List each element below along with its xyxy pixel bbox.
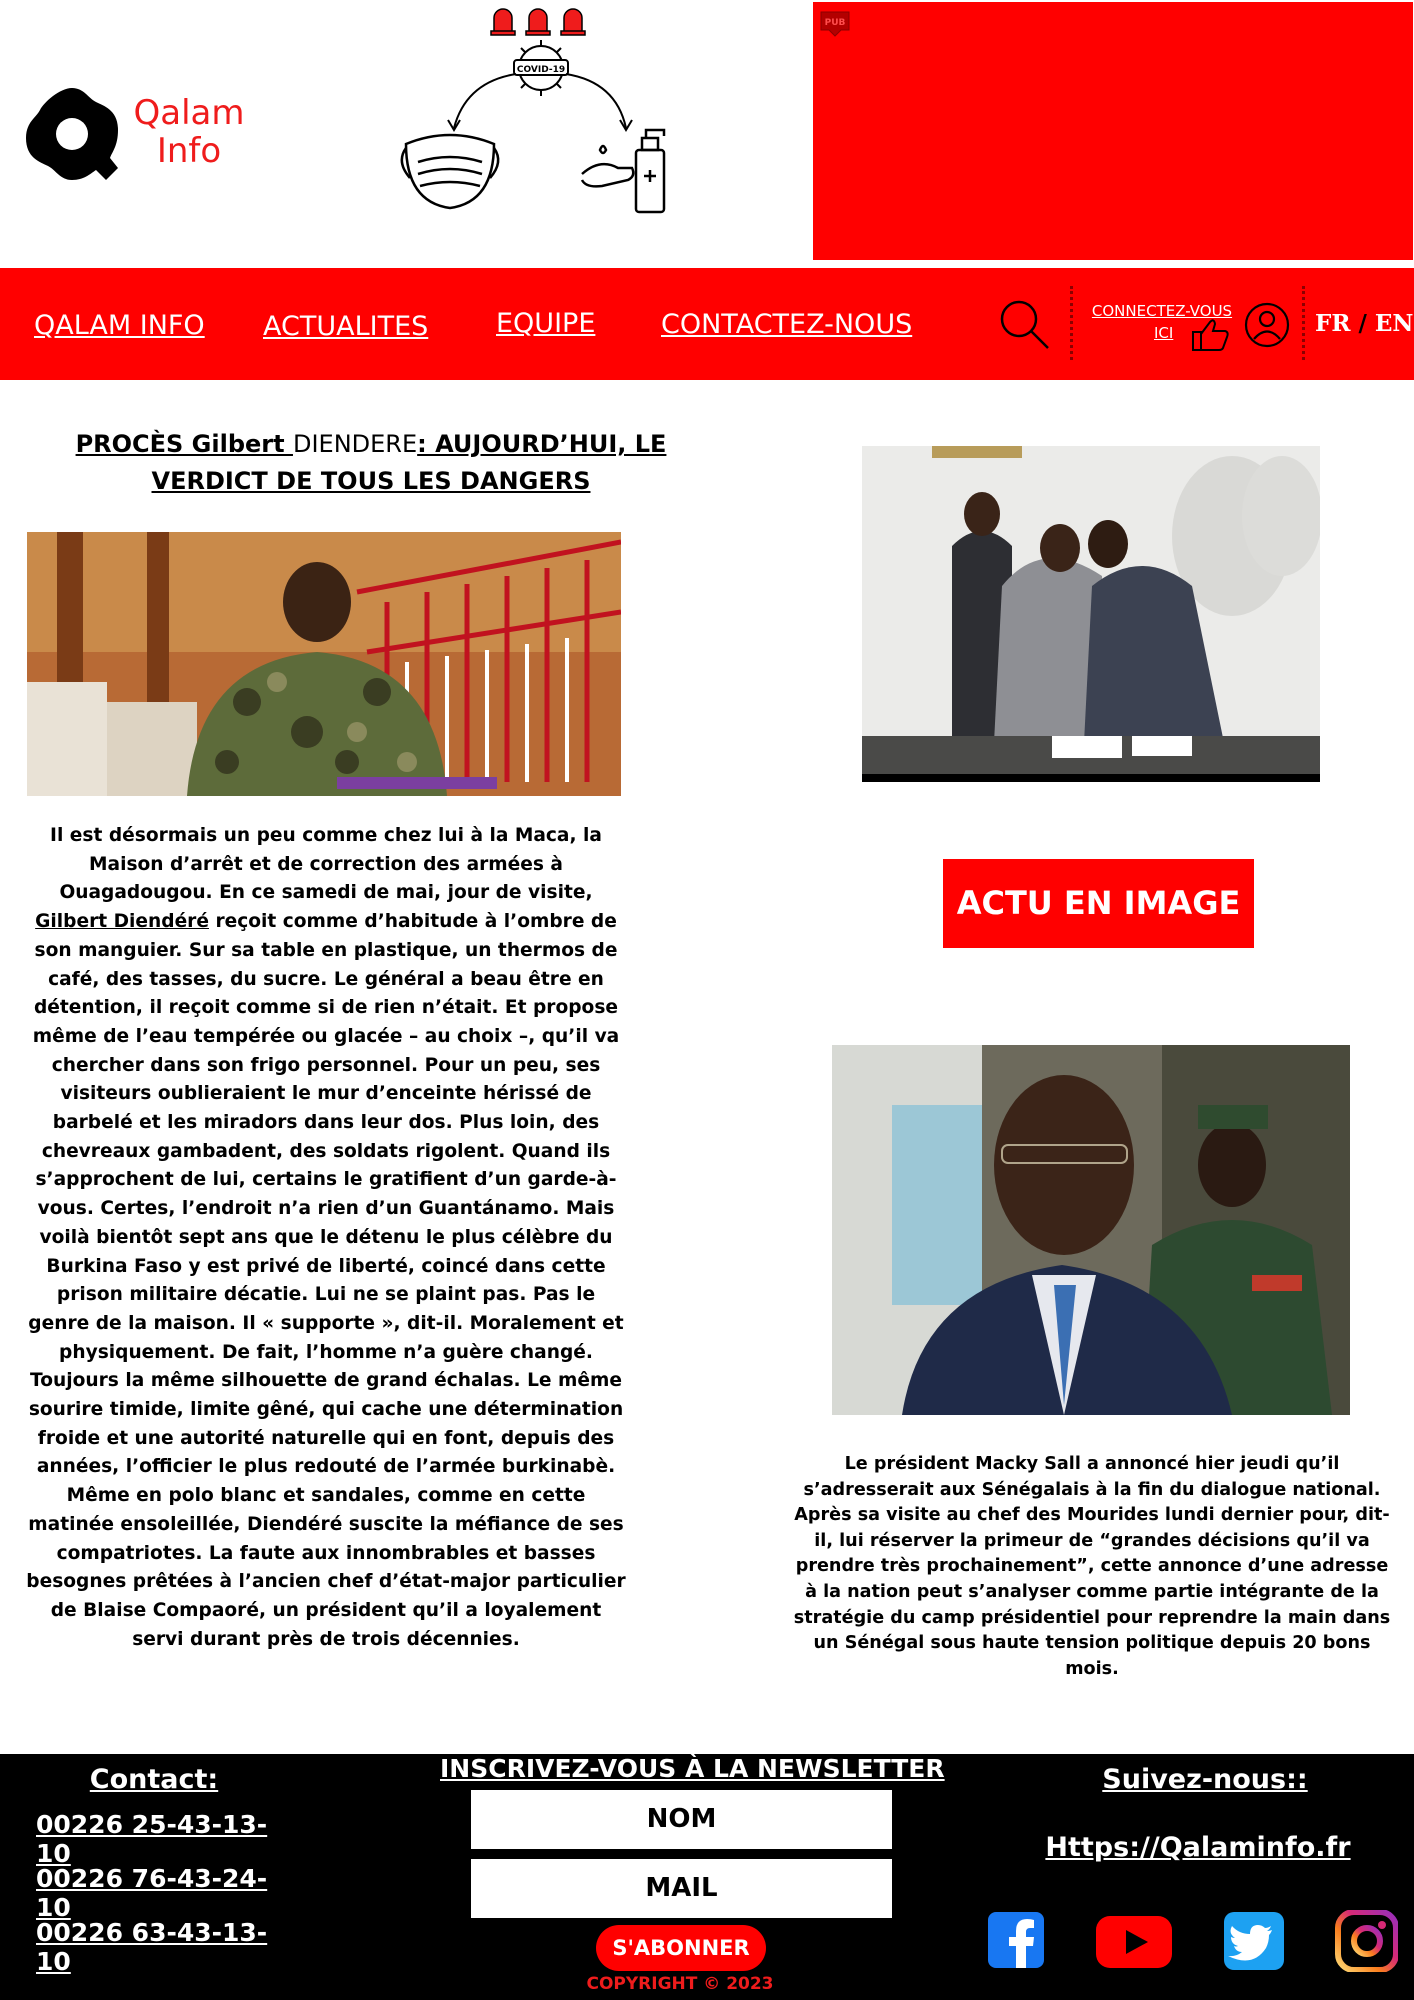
logo-word-info: Info (156, 131, 222, 171)
twitter-icon[interactable] (1222, 1910, 1286, 1972)
article-text-main: reçoit comme d’habitude à l’ombre de son… (26, 911, 626, 1650)
newsletter-name-field[interactable]: NOM (471, 1790, 892, 1849)
nav-item-equipe[interactable]: EQUIPE (496, 308, 595, 339)
macky-sall-photo (832, 1045, 1350, 1415)
logo-word-qalam: Qalam (133, 93, 245, 133)
site-header: Qalam Info COVID-19 PUB (0, 0, 1414, 268)
newsletter-title: INSCRIVEZ-VOUS À LA NEWSLETTER (440, 1754, 945, 1783)
hand-sanitizer-icon (580, 128, 666, 214)
nav-divider (1070, 286, 1073, 360)
phone-link[interactable]: 00226 25-43-13-10 (36, 1810, 296, 1868)
handshake-photo (862, 446, 1320, 782)
connect-label-ici: ICI (1154, 324, 1174, 342)
search-icon[interactable] (998, 298, 1050, 350)
covid-prevention-illustration: COVID-19 (400, 8, 666, 214)
article-title[interactable]: PROCÈS Gilbert DIENDERE: AUJOURD’HUI, LE… (18, 426, 724, 500)
copyright-text: COPYRIGHT © 2023 (586, 1974, 774, 1994)
nav-item-qalam-info[interactable]: QALAM INFO (34, 310, 205, 341)
newsletter-mail-field[interactable]: MAIL (471, 1859, 892, 1918)
title-part-2: DIENDERE (292, 430, 418, 458)
lang-en[interactable]: EN (1375, 310, 1414, 337)
article-text-intro: Il est désormais un peu comme chez lui à… (50, 825, 602, 904)
article-photo-general (27, 532, 621, 796)
follow-us-title: Suivez-nous:: (1102, 1764, 1308, 1795)
facebook-icon[interactable] (986, 1910, 1050, 1972)
site-footer: Contact: 00226 25-43-13-10 00226 76-43-2… (0, 1754, 1414, 2000)
main-nav: QALAM INFO ACTUALITES EQUIPE CONTACTEZ-N… (0, 268, 1414, 380)
covid-label: COVID-19 (517, 65, 565, 75)
youtube-icon[interactable] (1094, 1910, 1174, 1972)
subscribe-button[interactable]: S'ABONNER (596, 1925, 766, 1971)
thumbs-up-icon (1192, 319, 1229, 351)
contact-title: Contact: (89, 1764, 219, 1795)
gilbert-diendere-link[interactable]: Gilbert Diendéré (35, 911, 209, 932)
alarm-light-icon (490, 8, 586, 36)
nav-divider (1302, 286, 1305, 360)
nav-item-contactez-nous[interactable]: CONTACTEZ-NOUS (661, 309, 912, 340)
pub-badge-icon: PUB (820, 11, 850, 37)
logo-wordmark: Qalam Info (130, 94, 248, 170)
actu-en-image-button[interactable]: ACTU EN IMAGE (943, 859, 1254, 948)
title-part-1: PROCÈS Gilbert (75, 430, 293, 458)
lang-fr[interactable]: FR (1315, 310, 1350, 337)
language-switcher: FR / EN (1315, 310, 1413, 337)
nav-item-actualites[interactable]: ACTUALITES (263, 311, 428, 342)
site-logo[interactable]: Qalam Info (22, 84, 252, 188)
article-body: Il est désormais un peu comme chez lui à… (24, 822, 628, 1654)
macky-sall-caption: Le président Macky Sall a annoncé hier j… (793, 1454, 1391, 1679)
website-link[interactable]: Https://Qalaminfo.fr (1040, 1832, 1356, 1863)
phone-link[interactable]: 00226 76-43-24-10 (36, 1864, 296, 1922)
phone-link[interactable]: 00226 63-43-13-10 (36, 1918, 296, 1976)
lang-separator: / (1358, 310, 1367, 337)
logo-mark-icon (26, 88, 118, 180)
pub-badge-label: PUB (825, 18, 846, 28)
face-mask-icon (400, 133, 500, 210)
ad-banner[interactable]: PUB (813, 2, 1413, 260)
instagram-icon[interactable] (1334, 1910, 1398, 1972)
user-account-icon[interactable] (1244, 302, 1290, 348)
